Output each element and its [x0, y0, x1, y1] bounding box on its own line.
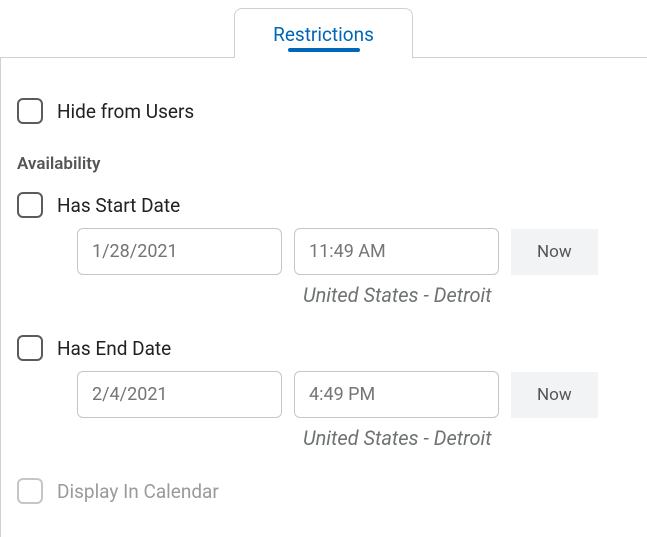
- has-end-date-label: Has End Date: [57, 337, 171, 360]
- end-date-group: Has End Date Now United States - Detroit: [17, 335, 647, 450]
- start-timezone-label: United States - Detroit: [303, 283, 647, 307]
- tab-restrictions[interactable]: Restrictions: [234, 8, 413, 58]
- end-timezone-label: United States - Detroit: [303, 426, 647, 450]
- tab-container: Restrictions Hide from Users Availabilit…: [0, 0, 647, 537]
- end-date-input[interactable]: [77, 371, 282, 418]
- restrictions-panel: Hide from Users Availability Has Start D…: [0, 57, 647, 537]
- display-in-calendar-label: Display In Calendar: [57, 480, 219, 503]
- start-now-button[interactable]: Now: [511, 229, 598, 275]
- availability-header: Availability: [17, 154, 647, 174]
- has-end-date-checkbox[interactable]: [17, 335, 43, 361]
- tab-label: Restrictions: [273, 23, 374, 46]
- tab-row: Restrictions: [0, 8, 647, 58]
- display-in-calendar-checkbox[interactable]: [17, 478, 43, 504]
- has-start-date-label: Has Start Date: [57, 194, 180, 217]
- end-date-input-row: Now: [77, 371, 647, 418]
- hide-from-users-row: Hide from Users: [17, 98, 647, 124]
- has-start-date-row: Has Start Date: [17, 192, 647, 218]
- display-in-calendar-row: Display In Calendar: [17, 478, 647, 504]
- start-date-input-row: Now: [77, 228, 647, 275]
- end-now-button[interactable]: Now: [511, 372, 598, 418]
- has-start-date-checkbox[interactable]: [17, 192, 43, 218]
- hide-from-users-label: Hide from Users: [57, 100, 194, 123]
- end-time-input[interactable]: [294, 371, 499, 418]
- has-end-date-row: Has End Date: [17, 335, 647, 361]
- start-date-group: Has Start Date Now United States - Detro…: [17, 192, 647, 307]
- start-date-input[interactable]: [77, 228, 282, 275]
- start-time-input[interactable]: [294, 228, 499, 275]
- hide-from-users-checkbox[interactable]: [17, 98, 43, 124]
- tab-active-underline: [288, 48, 360, 52]
